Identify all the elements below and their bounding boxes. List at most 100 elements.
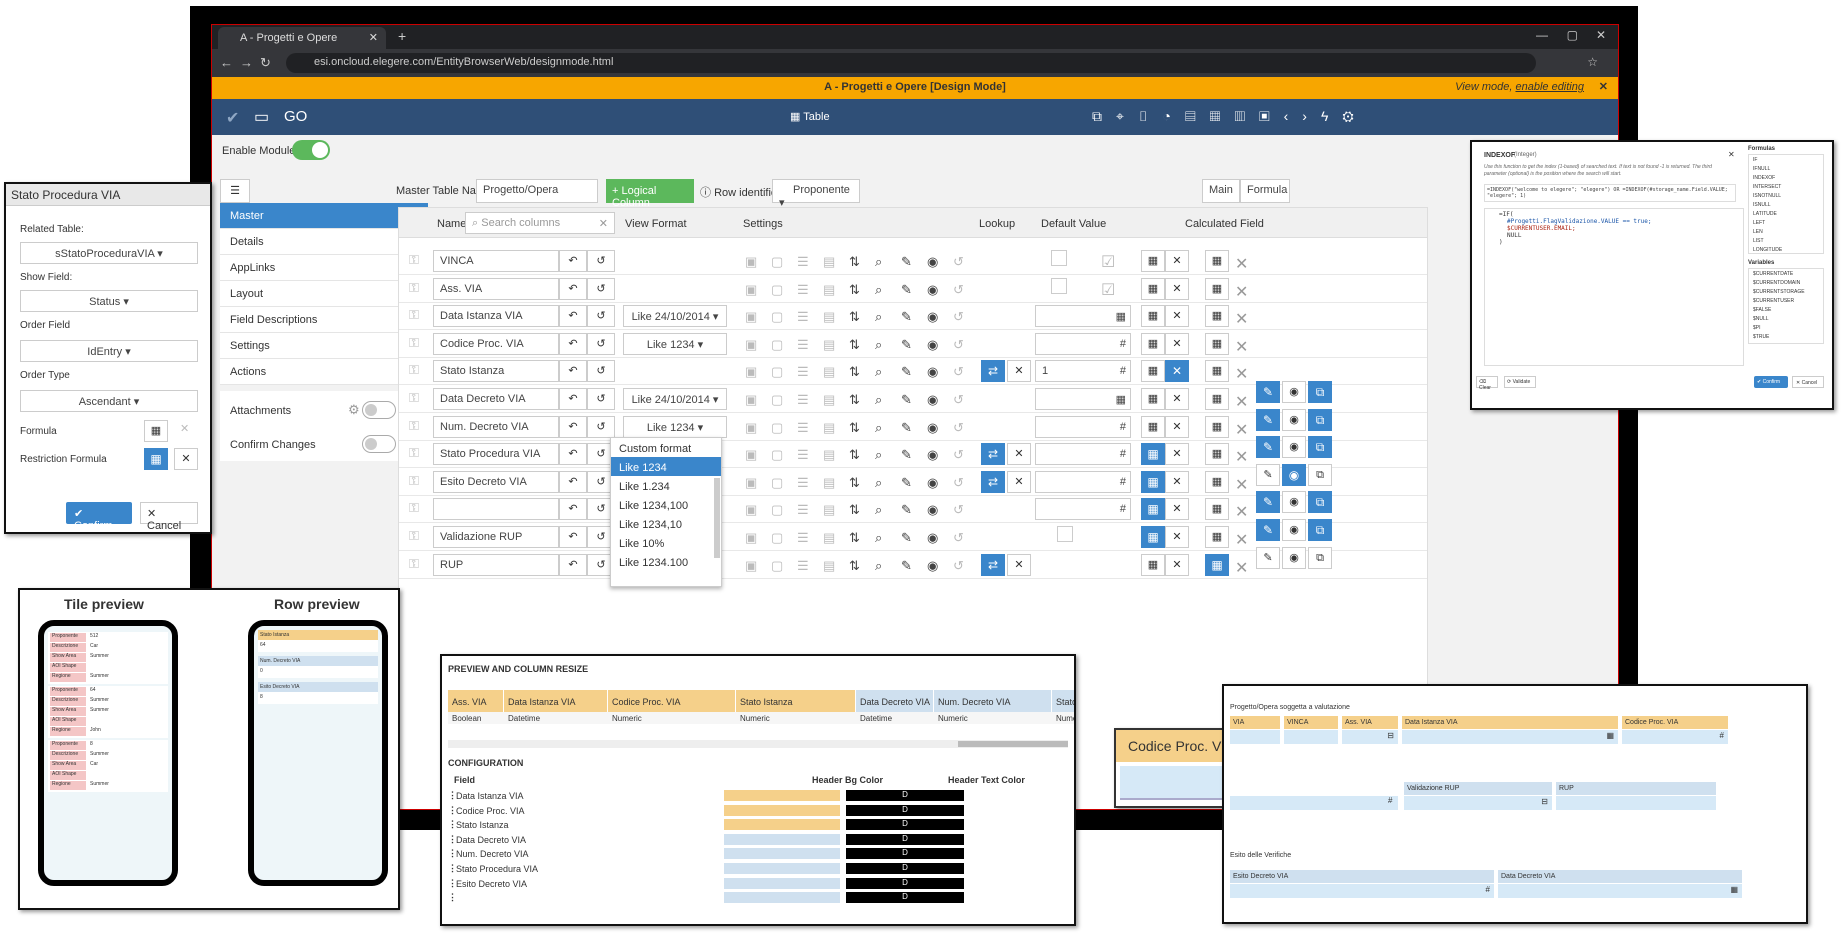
resize-column-header[interactable]: Stato Istanza (736, 690, 856, 712)
id-card-icon[interactable]: ▣ (745, 475, 757, 491)
order-type-select[interactable]: Ascendant ▾ (20, 390, 198, 412)
code-icon[interactable]: ‹› (1284, 108, 1321, 124)
default-clear-icon[interactable]: ✕ (1165, 332, 1189, 355)
sort-icon[interactable]: ⇅ (849, 392, 860, 408)
form-field-input[interactable]: ⊟ (1404, 796, 1552, 810)
id-card-icon[interactable]: ▣ (745, 502, 757, 518)
search-icon[interactable]: ⌕ (875, 420, 882, 436)
row-card[interactable]: Num. Decreto VIA 0 (258, 656, 378, 678)
calculated-field-icon[interactable]: ▦ (1205, 250, 1229, 272)
format-option-like-1234[interactable]: Like 1234 (611, 457, 721, 476)
table2-icon[interactable]: ▥ (1234, 108, 1259, 124)
default-clear-icon[interactable]: ✕ (1165, 443, 1189, 466)
formula-list-item[interactable]: ISNOTNULL (1753, 192, 1819, 201)
excel-icon[interactable]: ▤ (823, 364, 835, 380)
visibility-icon[interactable]: ◉ (1282, 546, 1306, 569)
edit-row-icon[interactable]: ✎ (1256, 491, 1280, 514)
history-icon[interactable]: ↺ (953, 447, 964, 463)
eye-icon[interactable]: ◉ (927, 447, 938, 463)
default-calculator-icon[interactable]: ▦ (1141, 360, 1165, 383)
clipboard-icon[interactable]: ▢ (771, 447, 783, 463)
monitor-icon[interactable]: ▭ (254, 107, 269, 127)
pencil-icon[interactable]: ✎ (901, 364, 912, 380)
clipboard-icon[interactable]: ▢ (771, 502, 783, 518)
excel-icon[interactable]: ▤ (823, 558, 835, 574)
forward-icon[interactable]: → (240, 55, 253, 70)
undo-icon[interactable]: ↺ (587, 250, 615, 272)
excel-icon[interactable]: ▤ (823, 337, 835, 353)
edit-row-icon[interactable]: ✎ (1256, 519, 1280, 541)
formula-list-item[interactable]: LATITUDE (1753, 210, 1819, 219)
lookup-clear-icon[interactable]: ✕ (1007, 443, 1031, 466)
header-text-color-swatch[interactable]: D (846, 848, 964, 860)
pencil-icon[interactable]: ✎ (901, 282, 912, 298)
form-icon[interactable]: ▣ (1259, 108, 1284, 124)
default-value-input[interactable]: 1 # (1035, 360, 1131, 383)
column-name-input[interactable]: VINCA (433, 250, 559, 272)
external-edit-icon[interactable]: ⧉ (1308, 491, 1332, 514)
form-field[interactable]: Esito Decreto VIA # (1230, 870, 1494, 900)
sidebar-item-layout[interactable]: Layout (220, 281, 428, 307)
sort-icon[interactable]: ⇅ (849, 530, 860, 546)
variable-list-item[interactable]: $PI (1753, 324, 1819, 333)
clipboard-icon[interactable]: ▢ (771, 420, 783, 436)
list-icon[interactable]: ☰ (797, 282, 809, 298)
formula-cancel-button[interactable]: ✕ Cancel (1792, 376, 1824, 388)
column-name-input[interactable]: RUP (433, 553, 559, 576)
default-clear-icon[interactable]: ✕ (1165, 360, 1189, 383)
form-field-input[interactable] (1230, 796, 1398, 810)
calculated-clear-icon[interactable]: ✕ (1235, 530, 1248, 550)
calculated-field-icon[interactable]: ▦ (1205, 388, 1229, 410)
list-icon[interactable]: ☰ (797, 475, 809, 491)
lookup-swap-icon[interactable]: ⇄ (981, 360, 1005, 383)
tab-formula[interactable]: Formula (1240, 179, 1290, 203)
header-bg-color-swatch[interactable] (724, 819, 840, 831)
calculated-clear-icon[interactable]: ✕ (1235, 254, 1248, 274)
default-clear-icon[interactable]: ✕ (1165, 250, 1189, 272)
history-icon[interactable]: ↺ (953, 475, 964, 491)
id-card-icon[interactable]: ▣ (745, 392, 757, 408)
default-value-input[interactable]: ▦ (1035, 305, 1131, 328)
id-card-icon[interactable]: ▣ (745, 558, 757, 574)
maximize-icon[interactable]: ▢ (1567, 28, 1578, 42)
key-icon[interactable]: ⚿ (409, 307, 419, 323)
header-text-color-swatch[interactable]: D (846, 892, 964, 904)
excel-icon[interactable]: ▤ (823, 309, 835, 325)
sort-icon[interactable]: ⇅ (849, 447, 860, 463)
header-text-color-swatch[interactable]: D (846, 877, 964, 889)
view-format-select[interactable]: Like 24/10/2014 ▾ (623, 305, 727, 328)
sidebar-item-settings[interactable]: Settings (220, 333, 428, 359)
default-clear-icon[interactable]: ✕ (1165, 498, 1189, 521)
excel-icon[interactable]: ▤ (823, 392, 835, 408)
key-icon[interactable]: ⚿ (409, 362, 419, 378)
resize-column-header[interactable]: Num. Decreto VIA (934, 690, 1052, 712)
master-table-name-input[interactable]: Progetto/Opera (476, 179, 598, 203)
sidebar-item-master[interactable]: Master (220, 203, 428, 229)
clipboard-icon[interactable]: ▢ (771, 475, 783, 491)
stato-cancel-button[interactable]: ✕ Cancel (140, 502, 198, 532)
history-icon[interactable]: ↺ (953, 392, 964, 408)
check-icon[interactable]: ✔ (226, 108, 239, 128)
url-input[interactable]: esi.oncloud.elegere.com/EntityBrowserWeb… (286, 53, 1536, 73)
rename-icon[interactable]: ↶ (559, 443, 587, 466)
eye-icon[interactable]: ◉ (927, 337, 938, 353)
variable-list-item[interactable]: $CURRENTDOMAIN (1753, 279, 1819, 288)
search-icon[interactable]: ⌕ (875, 392, 882, 408)
table-view-button[interactable]: ▦ Table (790, 110, 830, 123)
form-field[interactable]: Validazione RUP ⊟ (1404, 782, 1552, 812)
default-clear-icon[interactable]: ✕ (1165, 305, 1189, 328)
calculated-clear-icon[interactable]: ✕ (1235, 475, 1248, 495)
pencil-icon[interactable]: ✎ (901, 447, 912, 463)
default-clear-icon[interactable]: ✕ (1165, 388, 1189, 410)
rename-icon[interactable]: ↶ (559, 470, 587, 493)
visibility-icon[interactable]: ◉ (1282, 408, 1306, 431)
sort-icon[interactable]: ⇅ (849, 282, 860, 298)
history-icon[interactable]: ↺ (953, 420, 964, 436)
default-calculator-icon[interactable]: ▦ (1141, 526, 1165, 548)
map-pin-icon[interactable]: ⌖ (1116, 108, 1138, 124)
sidebar-item-details[interactable]: Details (220, 229, 428, 255)
history-icon[interactable]: ↺ (953, 309, 964, 325)
formula-list-item[interactable]: LONGITUDE (1753, 246, 1819, 255)
form-field[interactable]: Data Decreto VIA ▦ (1498, 870, 1742, 900)
formula-list-item[interactable]: LEFT (1753, 219, 1819, 228)
